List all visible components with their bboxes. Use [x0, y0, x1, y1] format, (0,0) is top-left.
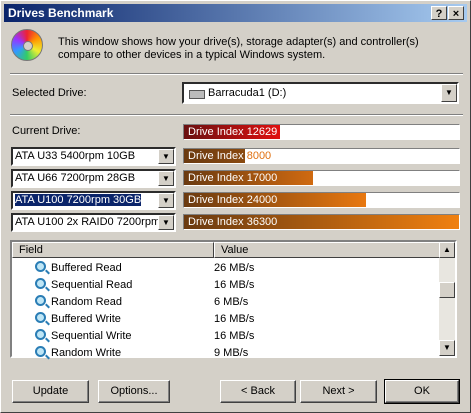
field-name: Buffered Write: [51, 313, 121, 325]
close-button[interactable]: ×: [448, 6, 464, 20]
selected-drive-label: Selected Drive:: [12, 87, 87, 99]
field-name: Sequential Read: [51, 279, 133, 291]
comparison-drive-value: ATA U100 7200rpm 30GB: [13, 193, 143, 207]
table-row[interactable]: Random Read 6 MB/s: [12, 294, 437, 311]
chevron-down-icon[interactable]: ▼: [158, 215, 174, 230]
field-name: Random Read: [51, 296, 122, 308]
table-row[interactable]: Buffered Write 16 MB/s: [12, 311, 437, 328]
chevron-down-icon[interactable]: ▼: [158, 171, 174, 186]
comparison-index-bar: Drive Index 8000: [183, 148, 460, 164]
field-name: Random Write: [51, 347, 122, 359]
comparison-drive-dropdown[interactable]: ATA U100 2x RAID0 7200rpm ▼: [11, 213, 176, 232]
table-row[interactable]: Sequential Write 16 MB/s: [12, 328, 437, 345]
table-scrollbar[interactable]: ▲ ▼: [439, 242, 455, 356]
field-value: 9 MB/s: [214, 347, 249, 359]
comparison-index-text: Drive Index 17000: [188, 172, 278, 184]
drives-benchmark-window: Drives Benchmark ? × This window shows h…: [0, 0, 471, 413]
comparison-drive-dropdown[interactable]: ATA U100 7200rpm 30GB ▼: [11, 191, 176, 210]
scroll-thumb[interactable]: [439, 282, 455, 298]
hard-drive-icon: [189, 90, 205, 99]
magnifier-icon: [35, 329, 46, 340]
comparison-index-bar: Drive Index 24000: [183, 192, 460, 208]
column-header-field[interactable]: Field: [12, 242, 214, 258]
title-bar[interactable]: Drives Benchmark ? ×: [4, 4, 467, 22]
comparison-index-value: 24000: [246, 194, 278, 206]
comparison-drive-value: ATA U100 2x RAID0 7200rpm: [15, 216, 160, 228]
intro-text: This window shows how your drive(s), sto…: [58, 36, 419, 61]
column-header-value[interactable]: Value: [214, 242, 441, 258]
comparison-drive-dropdown[interactable]: ATA U33 5400rpm 10GB ▼: [11, 147, 176, 166]
scroll-up-icon[interactable]: ▲: [439, 242, 455, 258]
chevron-down-icon[interactable]: ▼: [158, 193, 174, 208]
comparison-drive-dropdown[interactable]: ATA U66 7200rpm 28GB ▼: [11, 169, 176, 188]
current-drive-index-bar: Drive Index 12629: [183, 124, 460, 140]
selected-drive-dropdown[interactable]: Barracuda1 (D:) ▼: [182, 82, 459, 104]
comparison-index-bar: Drive Index 36300: [183, 214, 460, 230]
field-value: 16 MB/s: [214, 279, 255, 291]
table-row[interactable]: Buffered Read 26 MB/s: [12, 260, 437, 277]
window-title: Drives Benchmark: [8, 6, 114, 20]
next-button[interactable]: Next >: [300, 380, 377, 403]
selected-drive-value: Barracuda1 (D:): [208, 87, 287, 99]
separator: [10, 114, 463, 116]
comparison-index-value: 8000: [246, 150, 272, 162]
comparison-drive-value: ATA U33 5400rpm 10GB: [15, 150, 136, 162]
comparison-index-text: Drive Index 36300: [188, 216, 278, 228]
chevron-down-icon[interactable]: ▼: [158, 149, 174, 164]
comparison-index-text: Drive Index 8000: [188, 150, 272, 162]
separator: [10, 73, 463, 75]
current-drive-index-text: Drive Index 12629: [188, 126, 278, 138]
scroll-down-icon[interactable]: ▼: [439, 340, 455, 356]
ok-button[interactable]: OK: [384, 379, 460, 404]
options-button[interactable]: Options...: [98, 380, 170, 403]
back-button[interactable]: < Back: [220, 380, 296, 403]
field-name: Buffered Read: [51, 262, 122, 274]
current-drive-label: Current Drive:: [12, 125, 81, 137]
field-value: 6 MB/s: [214, 296, 249, 308]
update-button[interactable]: Update: [12, 380, 89, 403]
magnifier-icon: [35, 346, 46, 357]
magnifier-icon: [35, 295, 46, 306]
comparison-index-bar: Drive Index 17000: [183, 170, 460, 186]
magnifier-icon: [35, 278, 46, 289]
results-table[interactable]: Field Value Buffered Read 26 MB/s Sequen…: [10, 240, 457, 359]
field-value: 16 MB/s: [214, 330, 255, 342]
comparison-index-value: 36300: [246, 216, 278, 228]
table-row[interactable]: Random Write 9 MB/s: [12, 345, 437, 362]
help-button[interactable]: ?: [431, 6, 447, 20]
chevron-down-icon[interactable]: ▼: [441, 84, 457, 102]
comparison-drive-value: ATA U66 7200rpm 28GB: [15, 172, 136, 184]
table-row[interactable]: Sequential Read 16 MB/s: [12, 277, 437, 294]
field-name: Sequential Write: [51, 330, 132, 342]
magnifier-icon: [35, 261, 46, 272]
cd-disc-icon: [11, 29, 43, 61]
comparison-index-text: Drive Index 24000: [188, 194, 278, 206]
comparison-index-value: 17000: [246, 172, 278, 184]
field-value: 16 MB/s: [214, 313, 255, 325]
magnifier-icon: [35, 312, 46, 323]
field-value: 26 MB/s: [214, 262, 255, 274]
